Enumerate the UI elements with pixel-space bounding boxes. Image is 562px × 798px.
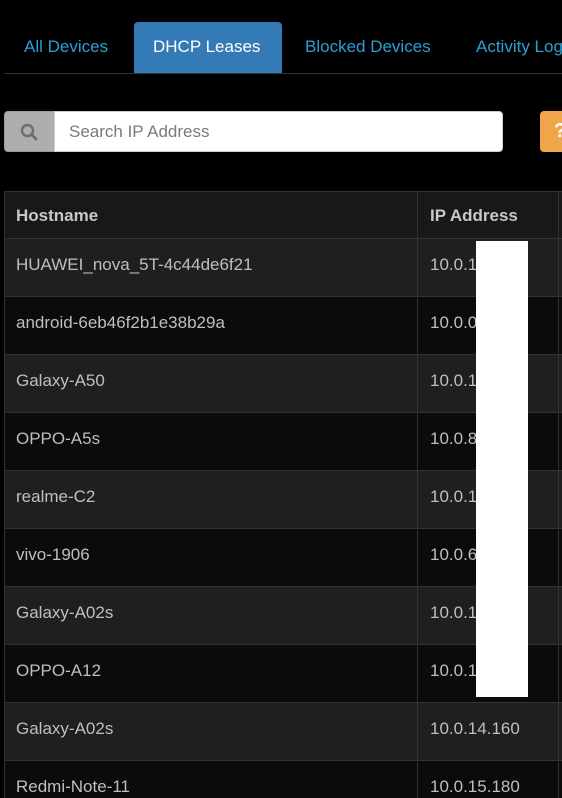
tab-blocked-devices[interactable]: Blocked Devices <box>290 22 450 73</box>
tab-all-devices[interactable]: All Devices <box>4 22 130 73</box>
tab-dhcp-leases[interactable]: DHCP Leases <box>134 22 282 73</box>
hostname-cell: realme-C2 <box>5 471 418 528</box>
tab-activity-log[interactable]: Activity Log <box>460 22 562 73</box>
help-button[interactable]: ? <box>540 111 562 152</box>
ip-address-cell: 10.0.14.160 <box>418 703 559 760</box>
nav-tabs: All Devices DHCP Leases Blocked Devices … <box>4 22 562 74</box>
table-header-row: Hostname IP Address <box>5 192 562 239</box>
redaction-overlay <box>476 241 528 697</box>
table-row[interactable]: Redmi-Note-11 10.0.15.180 <box>5 761 562 798</box>
hostname-cell: android-6eb46f2b1e38b29a <box>5 297 418 354</box>
hostname-cell: OPPO-A12 <box>5 645 418 702</box>
dhcp-leases-page: All Devices DHCP Leases Blocked Devices … <box>0 0 562 798</box>
column-header-ip-address[interactable]: IP Address <box>418 192 559 238</box>
hostname-cell: Galaxy-A50 <box>5 355 418 412</box>
hostname-cell: HUAWEI_nova_5T-4c44de6f21 <box>5 239 418 296</box>
search-addon[interactable] <box>4 111 54 152</box>
search-input[interactable] <box>54 111 503 152</box>
hostname-cell: Galaxy-A02s <box>5 587 418 644</box>
table-row[interactable]: Galaxy-A02s 10.0.14.160 <box>5 703 562 761</box>
search-icon <box>20 123 38 141</box>
hostname-cell: vivo-1906 <box>5 529 418 586</box>
hostname-cell: Redmi-Note-11 <box>5 761 418 798</box>
hostname-cell: Galaxy-A02s <box>5 703 418 760</box>
column-header-hostname[interactable]: Hostname <box>5 192 418 238</box>
ip-address-cell: 10.0.15.180 <box>418 761 559 798</box>
hostname-cell: OPPO-A5s <box>5 413 418 470</box>
